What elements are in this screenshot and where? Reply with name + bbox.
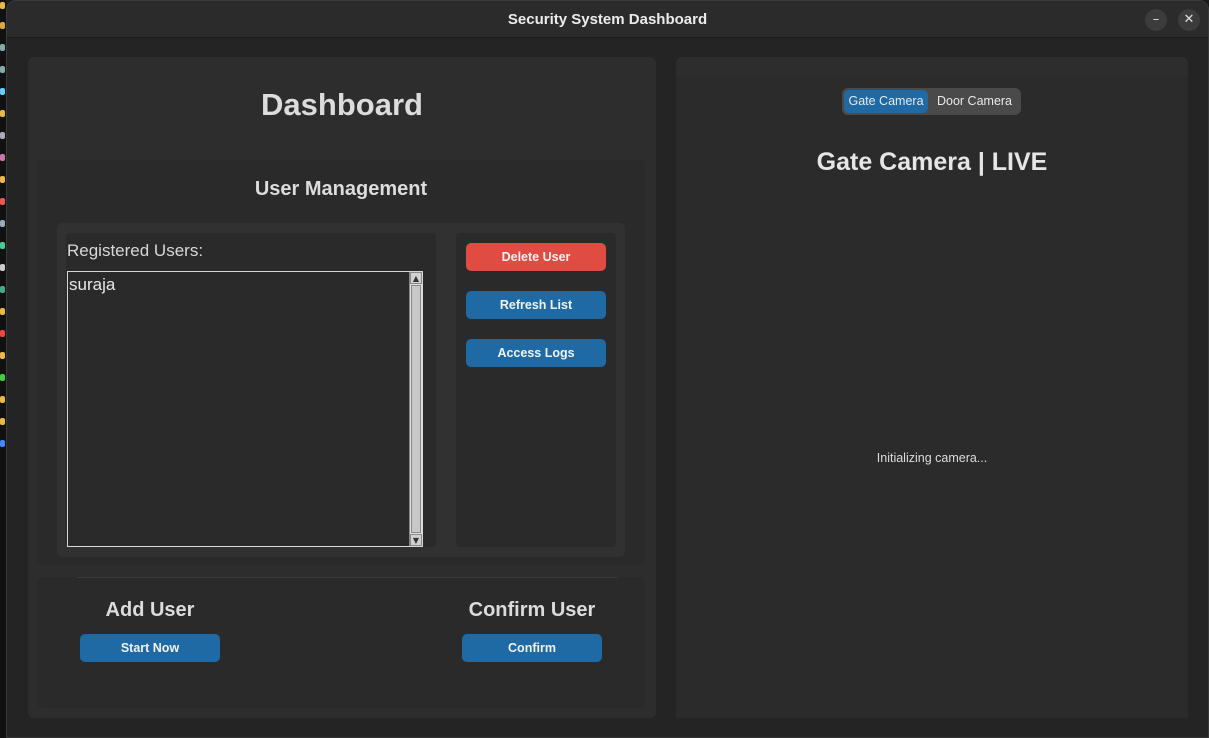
page-title: Dashboard: [261, 87, 423, 122]
registered-users-label: Registered Users:: [67, 241, 204, 260]
window-title: Security System Dashboard: [507, 11, 708, 28]
user-actions: Delete User Refresh List Access Logs: [456, 233, 616, 547]
listbox-scrollbar[interactable]: ▲ ▼: [409, 272, 422, 546]
list-item[interactable]: suraja: [69, 275, 115, 295]
tab-door-camera[interactable]: Door Camera: [930, 90, 1019, 113]
camera-panel: Gate Camera Door Camera Gate Camera | LI…: [676, 57, 1188, 718]
user-management-body: Registered Users: suraja ▲ ▼ Delete User: [57, 223, 625, 557]
divider: [77, 577, 617, 578]
camera-title: Gate Camera | LIVE: [816, 148, 1048, 176]
minus-icon: –: [1152, 12, 1160, 27]
app-window: Security System Dashboard – ✕ Dashboard …: [6, 0, 1209, 738]
confirm-user-title: Confirm User: [468, 599, 596, 621]
camera-tabs: Gate Camera Door Camera: [842, 88, 1021, 115]
users-listbox[interactable]: suraja ▲ ▼: [67, 271, 423, 547]
minimize-button[interactable]: –: [1145, 9, 1167, 31]
close-button[interactable]: ✕: [1178, 9, 1200, 31]
start-now-button[interactable]: Start Now: [80, 634, 220, 662]
scroll-down-arrow-icon[interactable]: ▼: [410, 534, 422, 546]
user-management-title: User Management: [254, 178, 428, 200]
scrollbar-thumb[interactable]: [411, 285, 421, 533]
registered-users-box: Registered Users: suraja ▲ ▼: [66, 233, 436, 547]
user-management-section: User Management Registered Users: suraja…: [37, 160, 645, 565]
title-bar[interactable]: Security System Dashboard – ✕: [7, 1, 1208, 38]
access-logs-button[interactable]: Access Logs: [466, 339, 606, 367]
scroll-up-arrow-icon[interactable]: ▲: [410, 272, 422, 284]
dashboard-panel: Dashboard User Management Registered Use…: [28, 57, 656, 718]
tab-gate-camera[interactable]: Gate Camera: [844, 90, 928, 113]
camera-status: Initializing camera...: [876, 451, 988, 465]
x-icon: ✕: [1183, 12, 1195, 27]
camera-view: Gate Camera Door Camera Gate Camera | LI…: [676, 77, 1188, 718]
desktop: Security System Dashboard – ✕ Dashboard …: [0, 0, 1209, 738]
confirm-button[interactable]: Confirm: [462, 634, 602, 662]
refresh-list-button[interactable]: Refresh List: [466, 291, 606, 319]
delete-user-button[interactable]: Delete User: [466, 243, 606, 271]
add-user-title: Add User: [105, 599, 195, 621]
user-enrollment-section: Add User Start Now Confirm User Confirm: [37, 577, 645, 708]
